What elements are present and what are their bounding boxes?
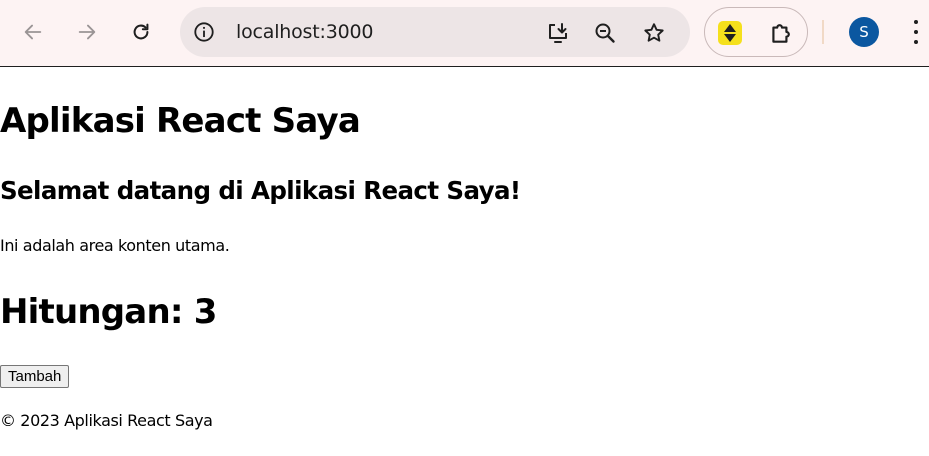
install-app-icon [549, 23, 567, 43]
info-icon [194, 22, 214, 42]
footer-text: © 2023 Aplikasi React Saya [0, 411, 213, 430]
extensions-menu-button[interactable] [767, 19, 795, 47]
counter-heading: Hitungan: 3 [0, 292, 217, 332]
extension-yellow-arrows-icon [718, 21, 742, 45]
content-text: Ini adalah area konten utama. [0, 236, 230, 255]
reload-icon [133, 23, 149, 40]
back-button[interactable] [15, 14, 51, 50]
arrow-right-icon [78, 24, 96, 40]
bookmark-button[interactable] [641, 20, 667, 46]
extensions-group [704, 7, 808, 57]
arrow-left-icon [24, 24, 42, 40]
profile-avatar[interactable]: S [849, 17, 879, 47]
star-icon [644, 23, 664, 42]
puzzle-icon [772, 24, 790, 43]
welcome-heading: Selamat datang di Aplikasi React Saya! [0, 176, 521, 205]
reload-button[interactable] [123, 14, 159, 50]
browser-menu-button[interactable] [906, 20, 926, 44]
site-info-button[interactable] [192, 20, 216, 44]
forward-button[interactable] [69, 14, 105, 50]
url-text[interactable]: localhost:3000 [236, 20, 373, 44]
zoom-icon [595, 23, 615, 43]
toolbar-divider [822, 20, 824, 44]
address-bar[interactable]: localhost:3000 [180, 7, 690, 57]
extension-button[interactable] [716, 19, 744, 47]
browser-toolbar: localhost:3000 S [0, 0, 929, 67]
add-button[interactable]: Tambah [0, 365, 70, 388]
page-title: Aplikasi React Saya [0, 101, 361, 141]
kebab-menu-icon [914, 20, 918, 24]
zoom-button[interactable] [592, 20, 618, 46]
profile-initial: S [859, 23, 869, 41]
install-app-button[interactable] [545, 20, 571, 46]
